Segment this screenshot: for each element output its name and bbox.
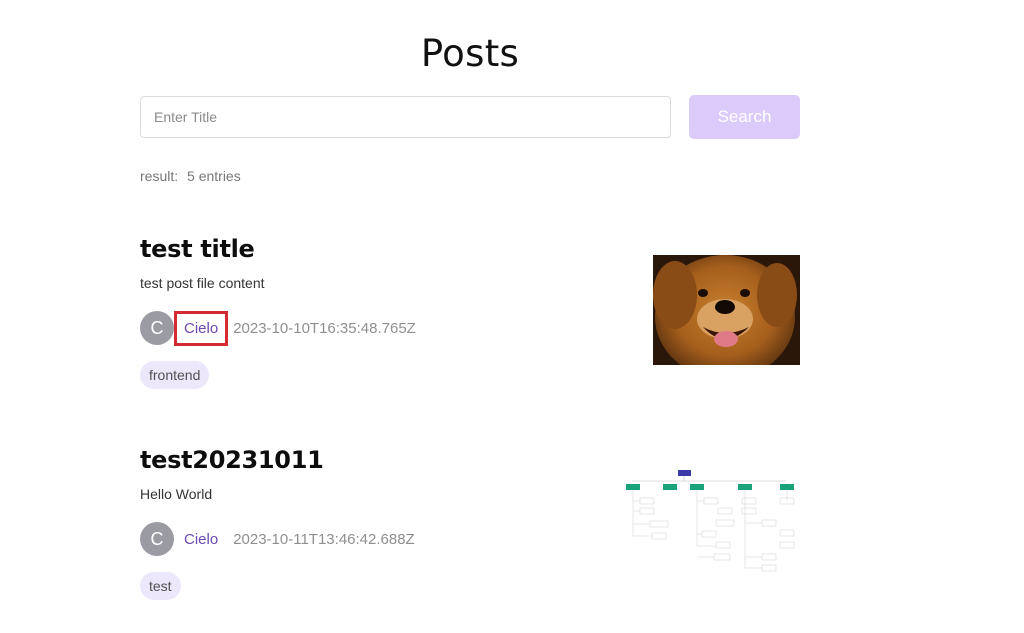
dog-photo-icon — [653, 255, 800, 365]
tag-badge[interactable]: test — [140, 572, 181, 600]
posts-page: Posts Search result: 5 entries test titl… — [0, 0, 1024, 633]
page-title: Posts — [420, 32, 520, 75]
tree-diagram-thumbnail[interactable] — [620, 466, 800, 576]
search-input[interactable] — [140, 96, 671, 138]
post-date: 2023-10-10T16:35:48.765Z — [233, 319, 416, 337]
result-count: 5 entries — [187, 168, 241, 184]
result-summary: result: 5 entries — [140, 168, 241, 184]
author-link[interactable]: Cielo — [183, 531, 219, 548]
avatar[interactable]: C — [140, 522, 174, 556]
search-button[interactable]: Search — [689, 95, 800, 139]
dog-photo-thumbnail[interactable] — [653, 255, 800, 365]
tree-diagram-icon — [626, 470, 795, 572]
post-date: 2023-10-11T13:46:42.688Z — [233, 530, 415, 548]
tag-badge[interactable]: frontend — [140, 361, 210, 389]
author-link[interactable]: Cielo — [173, 310, 229, 346]
result-label: result: — [140, 168, 179, 184]
avatar[interactable]: C — [140, 311, 174, 345]
